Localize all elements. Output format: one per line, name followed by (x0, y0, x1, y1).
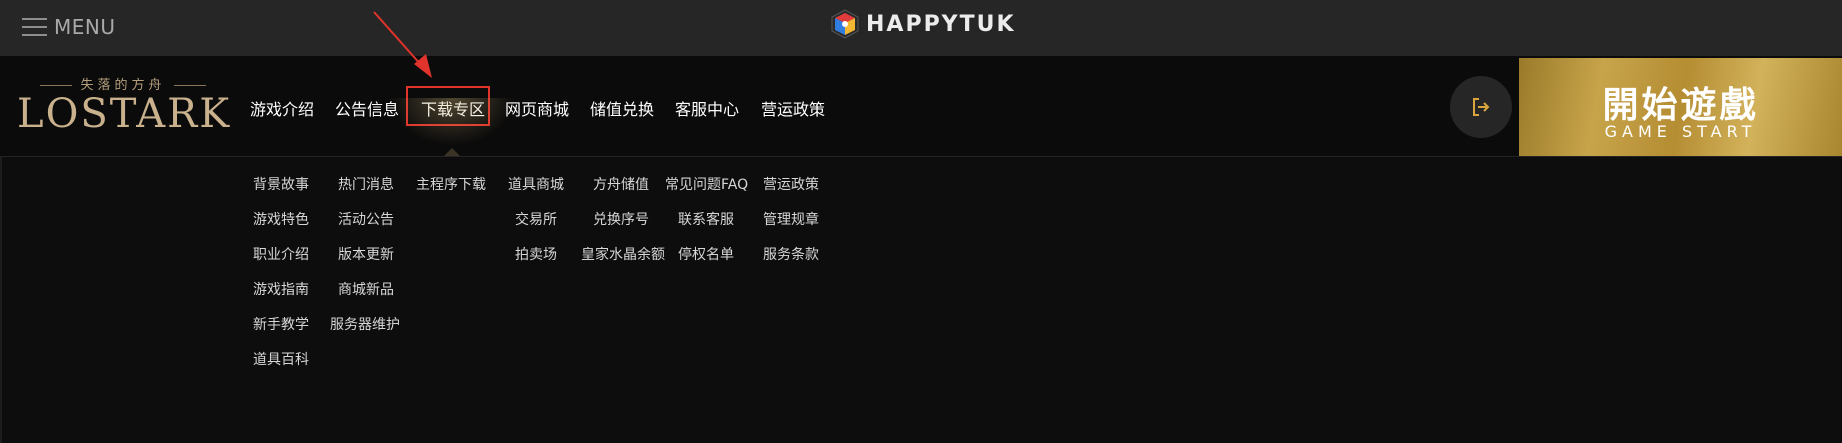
submenu-item[interactable]: 管理规章 (763, 209, 819, 229)
main-navbar: 失落的方舟 LOSTARK 游戏介绍 公告信息 下载专区 网页商城 储值兑换 客… (0, 56, 1842, 157)
nav-item-recharge[interactable]: 储值兑换 (590, 96, 654, 120)
active-indicator (444, 148, 460, 156)
happytuk-logo[interactable]: HAPPYTUK (830, 8, 1016, 40)
happytuk-cube-logo-icon (831, 9, 859, 39)
submenu-item[interactable]: 交易所 (515, 209, 557, 229)
nav-item-customer-service[interactable]: 客服中心 (675, 96, 739, 120)
submenu-item[interactable]: 游戏特色 (253, 209, 309, 229)
submenu-item[interactable]: 职业介绍 (253, 244, 309, 264)
nav-highlight-box (406, 86, 490, 126)
game-start-button[interactable]: 開始遊戲 GAME START (1519, 58, 1842, 156)
logout-button[interactable] (1450, 76, 1512, 138)
submenu-item[interactable]: 道具百科 (253, 349, 309, 369)
submenu-item[interactable]: 常见问题FAQ (665, 174, 748, 194)
top-bar: MENU HAPPYTUK (0, 0, 1842, 56)
submenu-item[interactable]: 服务器维护 (330, 314, 400, 334)
submenu-item[interactable]: 联系客服 (678, 209, 734, 229)
submenu-item[interactable]: 游戏指南 (253, 279, 309, 299)
lostark-brand-logo[interactable]: 失落的方舟 LOSTARK (17, 74, 229, 144)
brand-title: LOSTARK (17, 91, 232, 137)
logo-text: HAPPYTUK (866, 11, 1016, 37)
nav-item-operation-policy[interactable]: 营运政策 (761, 96, 825, 120)
submenu-item[interactable]: 拍卖场 (515, 244, 557, 264)
nav-item-announcements[interactable]: 公告信息 (335, 96, 399, 120)
submenu-item[interactable]: 兑换序号 (593, 209, 649, 229)
nav-item-web-shop[interactable]: 网页商城 (505, 96, 569, 120)
game-start-label-zh: 開始遊戲 (1602, 85, 1759, 126)
submenu-item[interactable]: 版本更新 (338, 244, 394, 264)
submenu-item[interactable]: 停权名单 (678, 244, 734, 264)
submenu-item[interactable]: 道具商城 (508, 174, 564, 194)
submenu-item-main-download[interactable]: 主程序下载 (416, 174, 486, 194)
submenu-item[interactable]: 营运政策 (763, 174, 819, 194)
submenu-item[interactable]: 方舟储值 (593, 174, 649, 194)
submenu-item[interactable]: 皇家水晶余额 (581, 244, 665, 264)
submenu-item[interactable]: 新手教学 (253, 314, 309, 334)
logout-icon (1473, 98, 1490, 116)
submenu-item[interactable]: 活动公告 (338, 209, 394, 229)
nav-item-game-intro[interactable]: 游戏介绍 (250, 96, 314, 120)
submenu-item[interactable]: 背景故事 (253, 174, 309, 194)
menu-button[interactable]: MENU (22, 12, 116, 42)
submenu-item[interactable]: 热门消息 (338, 174, 394, 194)
submenu-item[interactable]: 商城新品 (338, 279, 394, 299)
game-start-label-en: GAME START (1604, 122, 1757, 141)
hamburger-icon (22, 18, 47, 36)
submenu-item[interactable]: 服务条款 (763, 244, 819, 264)
menu-label: MENU (54, 15, 116, 39)
red-arrow-icon (373, 11, 432, 78)
